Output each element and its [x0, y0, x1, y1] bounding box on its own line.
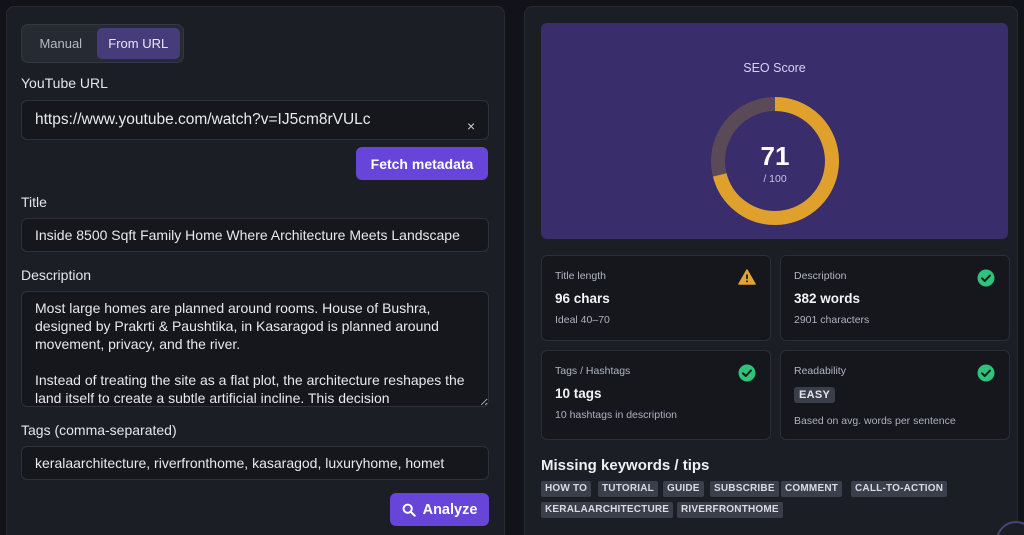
keyword-chip: HOW TO: [541, 481, 592, 497]
analyze-button-label: Analyze: [422, 501, 478, 518]
check-circle-icon: [738, 364, 756, 382]
title-input[interactable]: [21, 218, 489, 252]
description-textarea[interactable]: [21, 291, 489, 407]
metric-value: 96 chars: [555, 291, 610, 306]
description-label: Description: [21, 267, 92, 283]
metric-description: Description 382 words 2901 characters: [780, 255, 1010, 341]
seo-score-max: / 100: [763, 173, 787, 185]
youtube-url-input[interactable]: [21, 100, 489, 140]
metric-tags: Tags / Hashtags 10 tags 10 hashtags in d…: [541, 350, 771, 440]
analyze-button[interactable]: Analyze: [390, 493, 489, 526]
youtube-url-label: YouTube URL: [21, 75, 108, 91]
results-panel: SEO Score 71 / 100 Title length 96 chars…: [524, 6, 1018, 535]
warning-icon: [738, 269, 756, 285]
metric-title-length: Title length 96 chars Ideal 40–70: [541, 255, 771, 341]
search-icon: [402, 503, 416, 517]
keyword-chip: COMMENT: [781, 481, 843, 497]
mode-manual-tab[interactable]: Manual: [25, 28, 97, 59]
tags-input[interactable]: [21, 446, 489, 480]
metric-readability: Readability EASY Based on avg. words per…: [780, 350, 1010, 440]
tags-label: Tags (comma-separated): [21, 422, 177, 438]
clear-url-icon[interactable]: ×: [467, 118, 475, 134]
mode-from-url-tab[interactable]: From URL: [96, 28, 180, 59]
keyword-chip: CALL-TO-ACTION: [851, 481, 948, 497]
seo-score-value: 71: [760, 141, 790, 171]
check-circle-icon: [977, 269, 995, 287]
mode-toggle: Manual From URL: [21, 24, 184, 63]
check-circle-icon: [977, 364, 995, 382]
title-label: Title: [21, 194, 47, 210]
metric-label: Readability: [794, 365, 846, 377]
keyword-chip: GUIDE: [663, 481, 704, 497]
readability-badge: EASY: [794, 387, 836, 403]
metric-value: 10 tags: [555, 386, 602, 401]
seo-score-label: SEO Score: [743, 61, 806, 75]
keyword-chip: KERALAARCHITECTURE: [541, 502, 674, 518]
metric-sub: Based on avg. words per sentence: [794, 415, 956, 427]
keyword-chip: SUBSCRIBE: [710, 481, 779, 497]
keyword-chip: TUTORIAL: [598, 481, 658, 497]
seo-score-card: SEO Score 71 / 100: [541, 23, 1008, 239]
metric-label: Title length: [555, 270, 606, 282]
seo-gauge: 71 / 100: [709, 95, 841, 227]
metric-value: 382 words: [794, 291, 861, 306]
fetch-metadata-button[interactable]: Fetch metadata: [356, 147, 488, 180]
metric-sub: 2901 characters: [794, 314, 870, 326]
missing-keywords-heading: Missing keywords / tips: [541, 457, 710, 474]
metric-label: Tags / Hashtags: [555, 365, 631, 377]
metric-label: Description: [794, 270, 847, 282]
metric-sub: Ideal 40–70: [555, 314, 610, 326]
input-panel: Manual From URL YouTube URL × Fetch meta…: [6, 6, 505, 535]
keyword-chip: RIVERFRONTHOME: [677, 502, 783, 518]
metric-sub: 10 hashtags in description: [555, 409, 677, 421]
